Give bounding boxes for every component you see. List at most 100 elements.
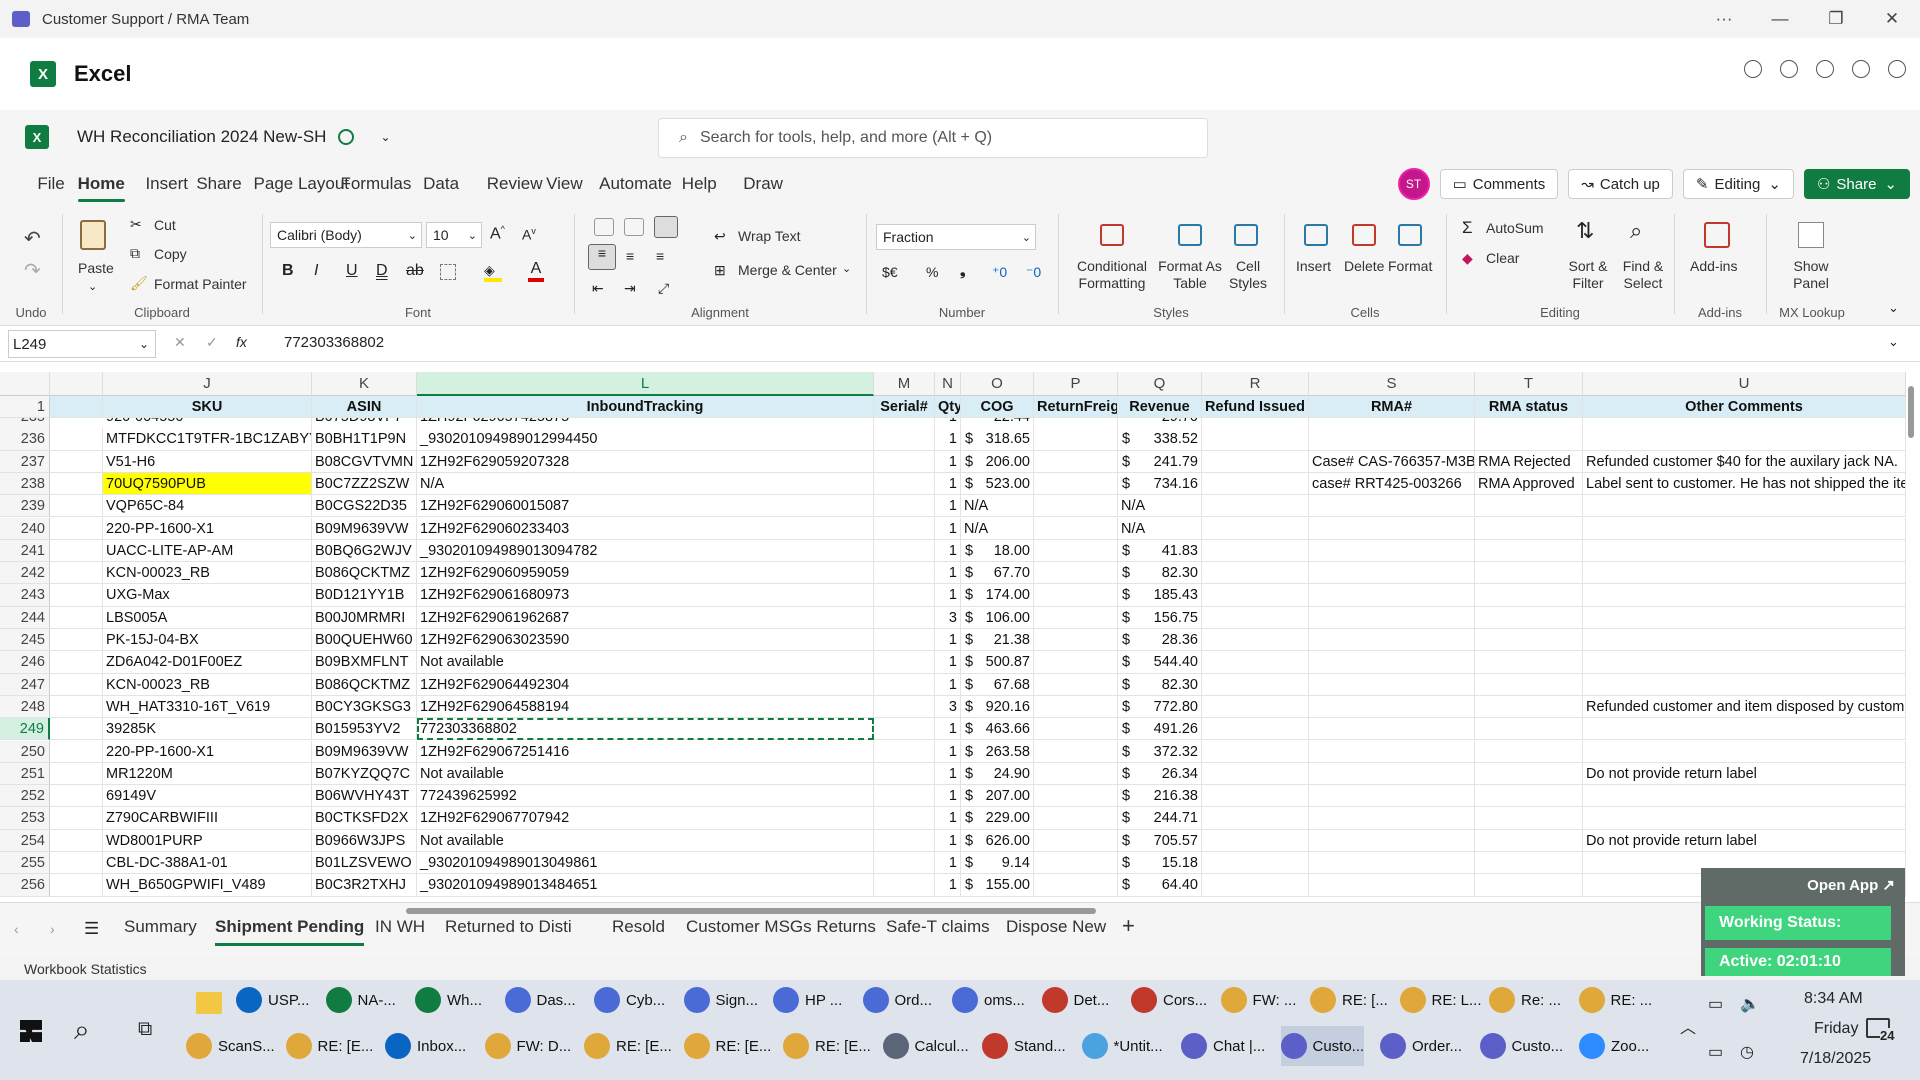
table-cell[interactable]: B0BH1T1P9N [312, 428, 417, 451]
table-cell[interactable] [1475, 807, 1583, 830]
format-as-table-button[interactable]: Format As Table [1156, 258, 1224, 292]
increase-font-icon[interactable]: A^ [490, 224, 505, 243]
table-cell[interactable]: Not available [417, 762, 874, 786]
header-cell-t[interactable]: RMA status [1475, 396, 1583, 419]
row-header[interactable]: 250 [0, 740, 50, 763]
table-cell[interactable]: B08CGVTVMN [312, 450, 417, 473]
header-cell-u[interactable]: Other Comments [1583, 396, 1906, 419]
scroll-right-icon[interactable]: › [50, 921, 55, 937]
table-cell[interactable] [874, 539, 935, 563]
row-header[interactable]: 252 [0, 785, 50, 808]
table-cell[interactable] [1475, 418, 1583, 429]
header-cell-k[interactable]: ASIN [312, 396, 417, 419]
taskbar-item[interactable]: Wh... [415, 980, 482, 1020]
table-cell[interactable]: 772303368802 [417, 718, 874, 741]
table-cell[interactable] [1309, 606, 1475, 629]
table-cell[interactable]: $318.65 [961, 428, 1034, 451]
table-cell[interactable]: 920-004550 [103, 418, 312, 429]
insert-cells-button[interactable]: Insert [1296, 258, 1331, 274]
row-header[interactable]: 256 [0, 874, 50, 897]
table-cell[interactable] [1309, 562, 1475, 585]
table-cell[interactable] [1202, 829, 1309, 852]
table-cell[interactable]: $206.00 [961, 450, 1034, 473]
table-cell[interactable] [1583, 584, 1906, 607]
table-cell[interactable]: $24.90 [961, 762, 1034, 786]
table-cell[interactable]: case# RRT425-003266 [1309, 472, 1475, 496]
table-cell[interactable]: 1 [935, 874, 961, 897]
tab-home[interactable]: Home [64, 164, 139, 204]
table-cell[interactable]: B0BQ6G2WJV [312, 539, 417, 563]
table-cell[interactable]: 1 [935, 450, 961, 473]
table-cell[interactable] [1309, 539, 1475, 563]
table-cell[interactable] [1583, 562, 1906, 585]
table-cell[interactable]: B09BXMFLNT [312, 651, 417, 674]
table-cell[interactable]: B00J0MRMRI [312, 606, 417, 629]
column-header-u[interactable]: U [1583, 372, 1906, 396]
table-cell[interactable] [1309, 785, 1475, 808]
taskbar-item[interactable]: RE: [... [1310, 980, 1388, 1020]
chevron-down-icon[interactable]: ⌄ [88, 280, 97, 293]
column-header-p[interactable]: P [1034, 372, 1118, 396]
table-cell[interactable] [1034, 562, 1118, 585]
table-cell[interactable]: B0966W3JPS [312, 829, 417, 852]
table-cell[interactable]: N/A [961, 495, 1034, 518]
clear-button[interactable]: Clear [1486, 250, 1519, 266]
cell[interactable] [50, 785, 103, 808]
table-cell[interactable]: 1ZH92F629064492304 [417, 673, 874, 696]
merge-center-button[interactable]: Merge & Center [738, 262, 837, 278]
table-cell[interactable]: B09M9639VW [312, 740, 417, 763]
table-cell[interactable]: B0CTKSFD2X [312, 807, 417, 830]
table-cell[interactable]: $185.43 [1118, 584, 1202, 607]
table-cell[interactable] [1202, 852, 1309, 875]
column-header-j[interactable]: J [103, 372, 312, 396]
table-cell[interactable] [1475, 584, 1583, 607]
row-header[interactable]: 244 [0, 606, 50, 629]
comma-icon[interactable]: ❟ [960, 262, 966, 279]
restore-button[interactable]: ❐ [1808, 0, 1864, 38]
table-cell[interactable] [1475, 874, 1583, 897]
network-icon[interactable]: ▭ [1708, 994, 1723, 1014]
row-header[interactable]: 253 [0, 807, 50, 830]
table-cell[interactable]: Refunded customer $40 for the auxilary j… [1583, 450, 1906, 473]
header-cell-j[interactable]: SKU [103, 396, 312, 419]
delete-cells-button[interactable]: Delete [1344, 258, 1384, 274]
row-header[interactable]: 237 [0, 450, 50, 473]
header-cell-o[interactable]: COG [961, 396, 1034, 419]
header-cell-r[interactable]: Refund Issued [1202, 396, 1309, 419]
table-cell[interactable] [874, 651, 935, 674]
table-cell[interactable] [1475, 428, 1583, 451]
table-cell[interactable]: 1ZH92F629063023590 [417, 629, 874, 652]
taskbar-item[interactable]: Stand... [982, 1026, 1066, 1066]
volume-icon[interactable]: 🔈 [1740, 994, 1760, 1014]
table-cell[interactable] [1583, 606, 1906, 629]
sheet-tab-customer-msgs-returns[interactable]: Customer MSGs Returns [686, 917, 876, 937]
table-cell[interactable] [1309, 740, 1475, 763]
table-cell[interactable] [1475, 495, 1583, 518]
table-cell[interactable]: $244.71 [1118, 807, 1202, 830]
open-app-link[interactable]: Open App ↗ [1807, 876, 1895, 894]
row-header[interactable]: 241 [0, 539, 50, 563]
column-header-i[interactable] [50, 372, 103, 396]
table-cell[interactable] [1309, 428, 1475, 451]
format-painter-button[interactable]: Format Painter [154, 276, 247, 292]
table-cell[interactable]: $82.30 [1118, 673, 1202, 696]
table-cell[interactable] [874, 495, 935, 518]
taskbar-item[interactable]: Det... [1041, 980, 1109, 1020]
table-cell[interactable]: _930201094989013484651 [417, 874, 874, 897]
taskbar-item[interactable]: Custo... [1479, 1026, 1563, 1066]
table-cell[interactable] [1309, 695, 1475, 719]
table-cell[interactable]: B0D121YY1B [312, 584, 417, 607]
clock-icon[interactable]: ◷ [1740, 1042, 1754, 1062]
table-cell[interactable]: $155.00 [961, 874, 1034, 897]
column-header-n[interactable]: N [935, 372, 961, 396]
sheet-tab-in-wh[interactable]: IN WH [375, 917, 425, 937]
table-cell[interactable] [1202, 695, 1309, 719]
table-cell[interactable]: $500.87 [961, 651, 1034, 674]
currency-icon[interactable]: $€ [882, 264, 898, 280]
table-cell[interactable]: $772.80 [1118, 695, 1202, 719]
column-header-r[interactable]: R [1202, 372, 1309, 396]
increase-indent-icon[interactable]: ⇥ [624, 280, 636, 297]
table-cell[interactable]: $174.00 [961, 584, 1034, 607]
table-cell[interactable]: 1 [935, 852, 961, 875]
table-cell[interactable]: CBL-DC-388A1-01 [103, 852, 312, 875]
